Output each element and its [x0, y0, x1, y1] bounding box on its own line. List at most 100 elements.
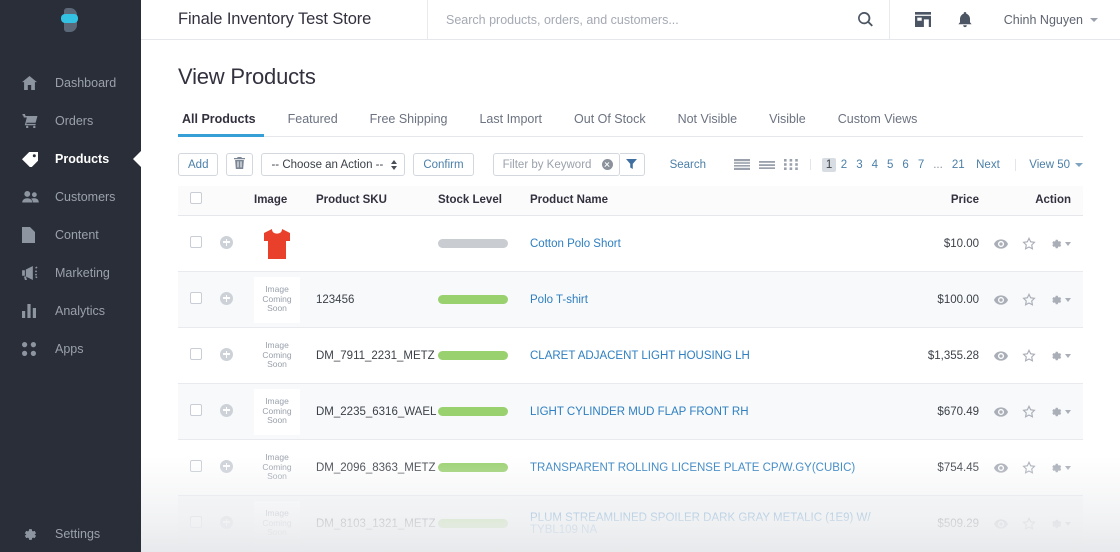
logo-wrapper[interactable] — [0, 0, 141, 40]
global-search-input[interactable] — [446, 12, 850, 27]
select-all-checkbox[interactable] — [190, 192, 202, 204]
eye-icon[interactable] — [994, 238, 1008, 249]
sidebar-item-analytics[interactable]: Analytics — [0, 292, 141, 330]
table-row[interactable]: Image Coming Soon 123456 Polo T-shirt $1… — [178, 271, 1083, 328]
header-product-name[interactable]: Product Name — [530, 186, 895, 216]
list-view-icon[interactable] — [733, 159, 750, 170]
expand-plus-icon[interactable] — [220, 515, 233, 529]
row-checkbox[interactable] — [190, 516, 202, 528]
tab-last-import[interactable]: Last Import — [463, 112, 558, 136]
row-settings-menu[interactable] — [1050, 406, 1071, 418]
compact-view-icon[interactable] — [758, 160, 775, 169]
page-next[interactable]: Next — [969, 159, 1004, 171]
row-settings-menu[interactable] — [1050, 294, 1071, 306]
action-select[interactable]: -- Choose an Action -- — [261, 153, 406, 176]
chevron-down-icon — [1065, 409, 1071, 414]
star-icon[interactable] — [1022, 405, 1036, 418]
expand-plus-icon[interactable] — [220, 291, 233, 305]
row-image-cell — [254, 215, 316, 272]
storefront-icon[interactable] — [902, 0, 944, 40]
row-checkbox[interactable] — [190, 404, 202, 416]
sidebar-item-orders[interactable]: Orders — [0, 102, 141, 140]
user-menu[interactable]: Chinh Nguyen — [992, 0, 1120, 39]
tab-free-shipping[interactable]: Free Shipping — [354, 112, 464, 136]
eye-icon[interactable] — [994, 294, 1008, 305]
eye-icon[interactable] — [994, 518, 1008, 529]
sidebar-item-marketing[interactable]: Marketing — [0, 254, 141, 292]
page-4[interactable]: 4 — [867, 159, 882, 171]
eye-icon[interactable] — [994, 462, 1008, 473]
table-row[interactable]: Cotton Polo Short $10.00 — [178, 215, 1083, 272]
clear-circle-icon[interactable] — [601, 159, 613, 170]
view-count-selector[interactable]: View 50 — [1015, 158, 1083, 171]
row-sku: 123456 — [316, 271, 438, 328]
add-button[interactable]: Add — [178, 153, 219, 176]
star-icon[interactable] — [1022, 461, 1036, 474]
sidebar-item-dashboard[interactable]: Dashboard — [0, 64, 141, 102]
page-21[interactable]: 21 — [947, 159, 969, 171]
tab-featured[interactable]: Featured — [272, 112, 354, 136]
product-name-link[interactable]: PLUM STREAMLINED SPOILER DARK GRAY METAL… — [530, 512, 871, 536]
action-select-value: -- Choose an Action -- — [271, 158, 384, 171]
sidebar-item-apps[interactable]: Apps — [0, 330, 141, 368]
gear-icon — [1050, 238, 1062, 250]
tab-all-products[interactable]: All Products — [178, 112, 272, 137]
row-settings-menu[interactable] — [1050, 518, 1071, 530]
eye-icon[interactable] — [994, 350, 1008, 361]
eye-icon[interactable] — [994, 406, 1008, 417]
star-icon[interactable] — [1022, 293, 1036, 306]
search-icon[interactable] — [850, 12, 873, 27]
product-name-link[interactable]: TRANSPARENT ROLLING LICENSE PLATE CP/W.G… — [530, 462, 855, 474]
page-6[interactable]: 6 — [898, 159, 913, 171]
product-name-link[interactable]: LIGHT CYLINDER MUD FLAP FRONT RH — [530, 406, 749, 418]
header-sku[interactable]: Product SKU — [316, 186, 438, 216]
star-icon[interactable] — [1022, 517, 1036, 530]
row-settings-menu[interactable] — [1050, 238, 1071, 250]
expand-plus-icon[interactable] — [220, 403, 233, 417]
expand-plus-icon[interactable] — [220, 459, 233, 473]
filter-keyword-input[interactable] — [502, 158, 596, 171]
row-sku — [316, 215, 438, 272]
header-price[interactable]: Price — [895, 186, 991, 216]
table-row[interactable]: Image Coming Soon DM_7911_2231_METZ CLAR… — [178, 327, 1083, 384]
bell-icon[interactable] — [944, 0, 986, 40]
expand-plus-icon[interactable] — [220, 235, 233, 249]
table-body: Cotton Polo Short $10.00 Image Coming So… — [178, 215, 1083, 552]
page-1[interactable]: 1 — [821, 157, 837, 172]
sidebar-item-products[interactable]: Products — [0, 140, 141, 178]
search-button[interactable]: Search — [664, 159, 712, 171]
header-stock-level[interactable]: Stock Level — [438, 186, 530, 216]
star-icon[interactable] — [1022, 349, 1036, 362]
star-icon[interactable] — [1022, 237, 1036, 250]
funnel-filter-button[interactable] — [619, 153, 645, 176]
confirm-button[interactable]: Confirm — [413, 153, 474, 176]
row-checkbox[interactable] — [190, 292, 202, 304]
page-2[interactable]: 2 — [836, 159, 851, 171]
tab-out-of-stock[interactable]: Out Of Stock — [558, 112, 662, 136]
sidebar-item-content[interactable]: Content — [0, 216, 141, 254]
delete-button[interactable] — [226, 153, 254, 176]
row-image-cell: Image Coming Soon — [254, 271, 316, 328]
page-3[interactable]: 3 — [852, 159, 867, 171]
grid-view-icon[interactable] — [783, 159, 798, 170]
row-settings-menu[interactable] — [1050, 350, 1071, 362]
row-checkbox[interactable] — [190, 348, 202, 360]
sidebar-item-settings[interactable]: Settings — [0, 516, 141, 552]
global-search-zone — [428, 0, 890, 39]
row-checkbox[interactable] — [190, 460, 202, 472]
tab-custom-views[interactable]: Custom Views — [822, 112, 934, 136]
product-name-link[interactable]: Polo T-shirt — [530, 294, 588, 306]
tab-visible[interactable]: Visible — [753, 112, 822, 136]
product-name-link[interactable]: CLARET ADJACENT LIGHT HOUSING LH — [530, 350, 750, 362]
expand-plus-icon[interactable] — [220, 347, 233, 361]
sidebar-item-customers[interactable]: Customers — [0, 178, 141, 216]
tab-not-visible[interactable]: Not Visible — [662, 112, 754, 136]
page-5[interactable]: 5 — [883, 159, 898, 171]
table-row[interactable]: Image Coming Soon DM_2235_6316_WAEL LIGH… — [178, 383, 1083, 440]
row-checkbox[interactable] — [190, 236, 202, 248]
page-7[interactable]: 7 — [913, 159, 928, 171]
row-settings-menu[interactable] — [1050, 462, 1071, 474]
table-row[interactable]: Image Coming Soon DM_2096_8363_METZ TRAN… — [178, 439, 1083, 496]
product-name-link[interactable]: Cotton Polo Short — [530, 238, 621, 250]
table-row[interactable]: Image Coming Soon DM_8103_1321_METZ PLUM… — [178, 495, 1083, 552]
